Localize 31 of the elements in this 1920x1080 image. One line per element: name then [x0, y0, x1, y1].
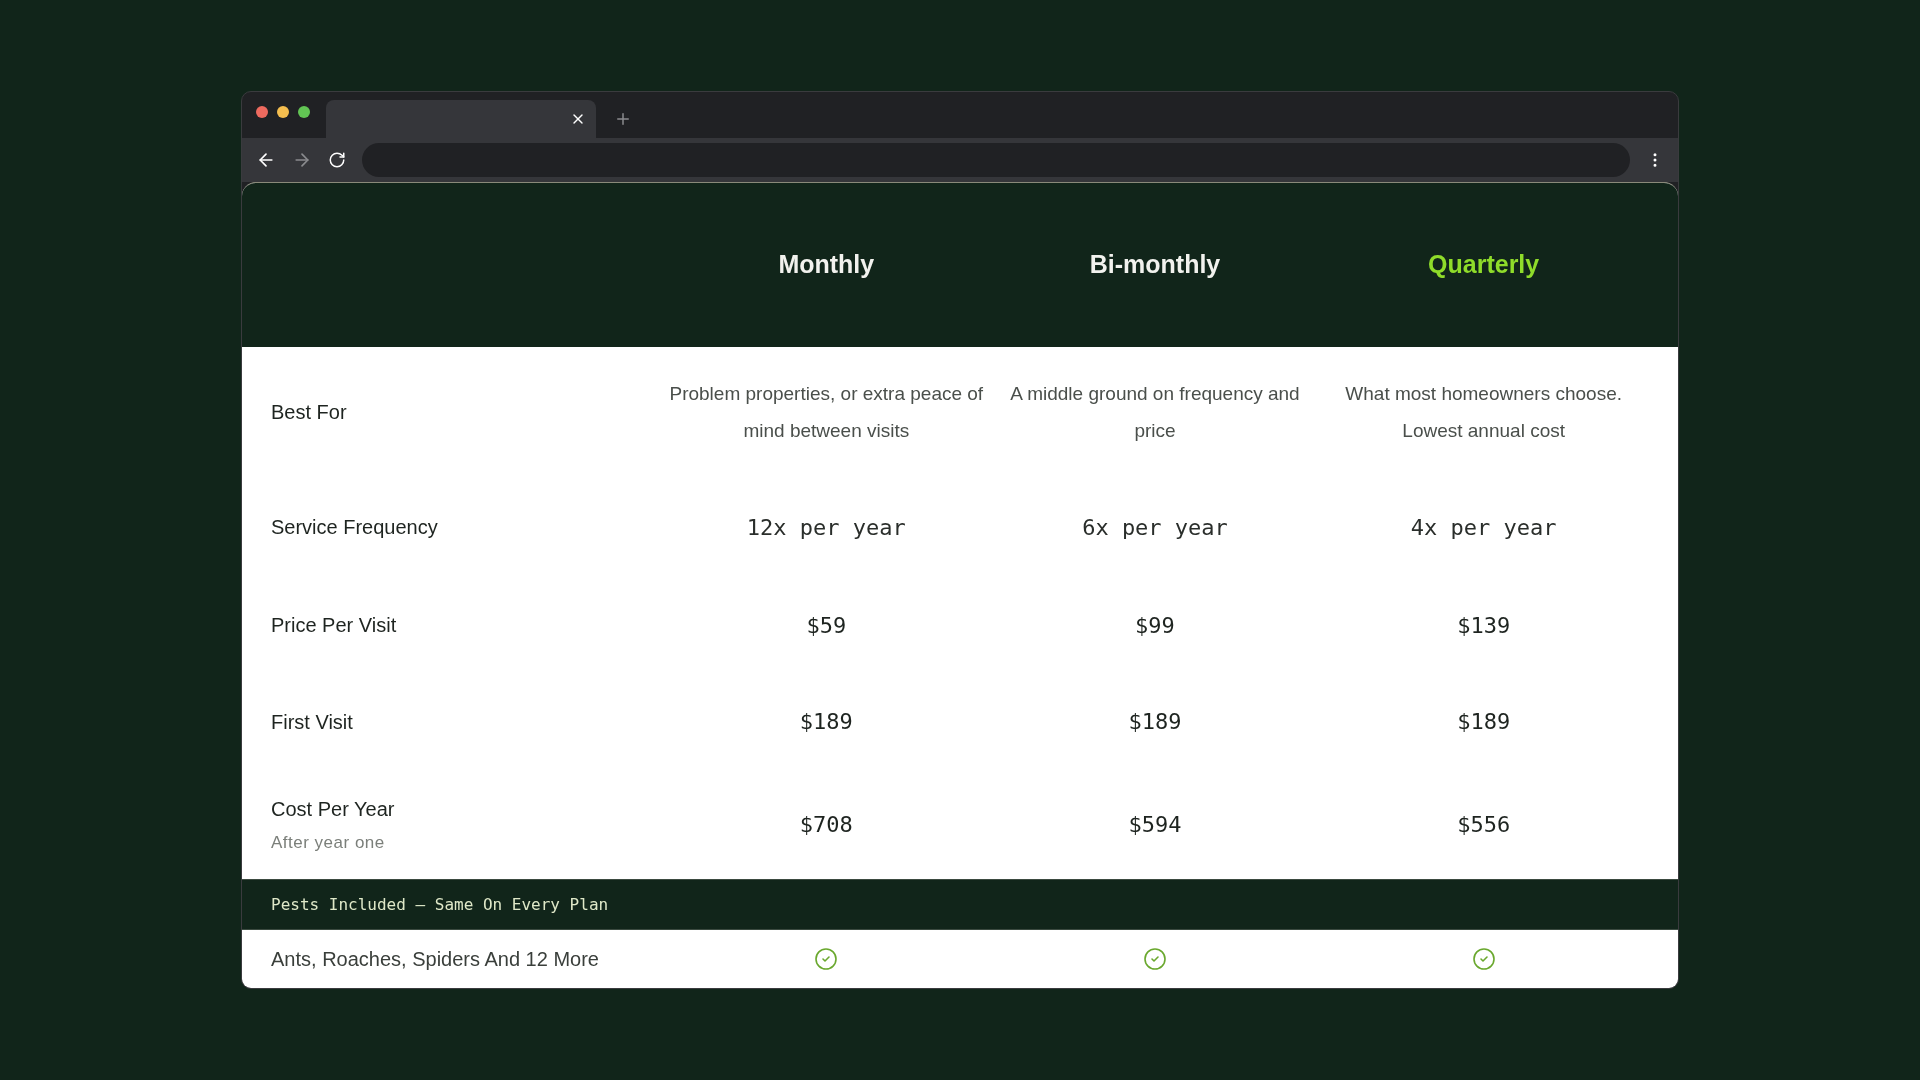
price-cell-text: $189	[799, 708, 853, 736]
row-label: Cost Per Year	[271, 796, 396, 822]
price-cell-text: $594	[1128, 811, 1182, 839]
row-label: Best For	[271, 400, 348, 425]
minimize-window-icon[interactable]	[277, 106, 289, 118]
price-cell-text: $189	[1457, 708, 1511, 736]
price-cell-text: $59	[806, 611, 847, 640]
plan-heading: Monthly	[778, 249, 875, 281]
row-label: Service Frequency	[271, 515, 439, 540]
plan-description: What most homeowners choose. Lowest annual cost	[1344, 382, 1623, 443]
table-cell-text: 6x per year	[1082, 513, 1228, 542]
reload-icon[interactable]	[328, 151, 346, 169]
price-cell-text: $708	[799, 811, 853, 839]
table-cell-text: 12x per year	[746, 513, 906, 542]
plan-heading: Quarterly	[1428, 249, 1540, 281]
close-window-icon[interactable]	[256, 106, 268, 118]
table-cell-text: 4x per year	[1410, 513, 1557, 542]
row-label: First Visit	[271, 709, 354, 735]
row-label: Price Per Visit	[271, 613, 398, 638]
row-label: Ants, Roaches, Spiders And 12 More	[270, 947, 600, 972]
plan-heading: Bi-monthly	[1089, 249, 1221, 281]
section-title: Pests Included — Same On Every Plan	[271, 893, 609, 916]
price-cell-text: $189	[1128, 708, 1182, 736]
row-sublabel: After year one	[271, 831, 386, 854]
price-cell-text: $99	[1135, 611, 1175, 640]
price-cell-text: $139	[1457, 611, 1511, 640]
plan-description: A middle ground on frequency and price	[1009, 382, 1301, 443]
plan-description: Problem properties, or extra peace of mind between visits	[668, 382, 985, 443]
new-tab-icon[interactable]	[614, 110, 632, 128]
price-cell-text: $556	[1457, 811, 1511, 839]
zoom-window-icon[interactable]	[298, 106, 310, 118]
